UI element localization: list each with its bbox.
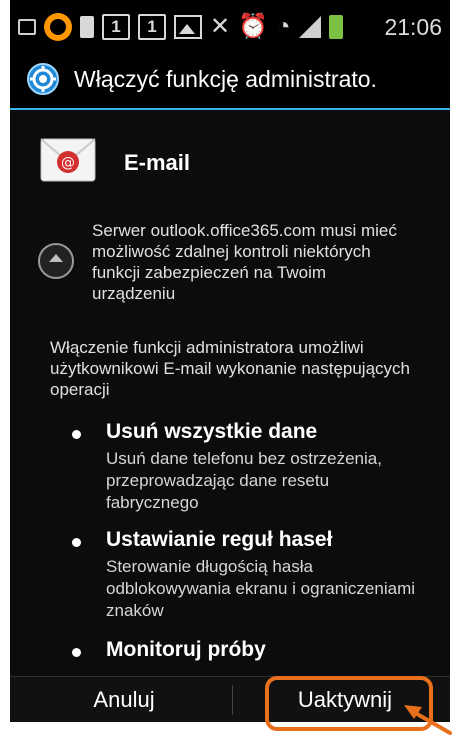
server-notice: Serwer outlook.office365.com musi mieć m… (92, 221, 397, 303)
sd-card-icon (80, 16, 94, 38)
status-bar: 1 1 ✕ ⏰ ◔ 21:06 (10, 0, 450, 52)
box-one-icon: 1 (102, 14, 130, 40)
signal-icon (298, 16, 321, 38)
policy-title: Usuń wszystkie dane (106, 420, 318, 443)
policy-title: Monitoruj próby (106, 638, 266, 661)
admin-description: Włączenie funkcji administratora umożliw… (50, 338, 410, 399)
email-envelope-icon: @ (40, 138, 96, 182)
status-time: 21:06 (384, 14, 442, 40)
alarm-icon: ⏰ (238, 13, 268, 40)
svg-text:@: @ (61, 155, 75, 171)
pointer-arrow-icon (404, 705, 452, 735)
bullet-icon (72, 648, 81, 657)
cancel-button[interactable]: Anuluj (10, 677, 238, 722)
policy-title: Ustawianie reguł haseł (106, 528, 333, 551)
policy-description: Sterowanie długością hasła odblokowywani… (106, 557, 416, 620)
battery-charging-icon (328, 15, 343, 39)
status-icons: 1 1 ✕ ⏰ ◔ (18, 12, 343, 42)
admin-content[interactable]: @ E-mail Serwer outlook.office365.com mu… (10, 110, 450, 676)
mute-icon: ✕ (210, 13, 231, 40)
bullet-icon (72, 538, 81, 547)
phone-screen: 1 1 ✕ ⏰ ◔ 21:06 Włączyć funkcję administ… (10, 0, 450, 722)
button-divider (232, 685, 233, 715)
expand-toggle-icon[interactable] (38, 243, 74, 279)
bullet-icon (72, 430, 81, 439)
notification-square-icon (18, 19, 36, 35)
wifi-icon: ◔ (276, 13, 291, 40)
orange-ring-icon (44, 13, 72, 41)
gallery-icon (174, 15, 202, 39)
page-title: Włączyć funkcję administrato. (74, 66, 377, 92)
app-name: E-mail (124, 150, 191, 175)
policy-description: Usuń dane telefonu bez ostrzeżenia, prze… (106, 449, 382, 512)
settings-gear-icon (27, 63, 59, 95)
title-bar: Włączyć funkcję administrato. (10, 52, 450, 110)
box-one-icon: 1 (138, 14, 166, 40)
